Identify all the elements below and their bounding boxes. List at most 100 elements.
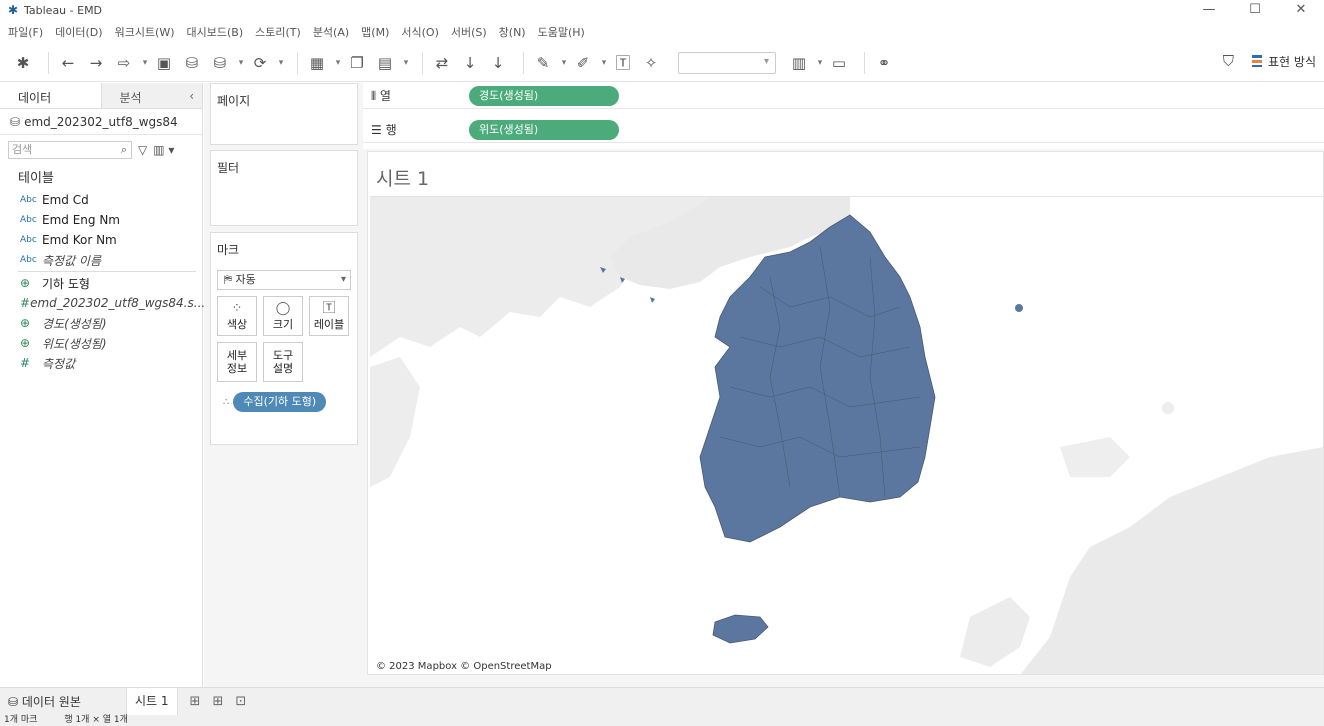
duplicate-icon[interactable]: ❐ (346, 52, 368, 74)
minimize-icon[interactable]: — (1186, 0, 1232, 20)
new-dashboard-icon[interactable]: ⊞ (212, 694, 223, 709)
menu-data[interactable]: 데이터(D) (55, 24, 102, 40)
menu-worksheet[interactable]: 워크시트(W) (115, 24, 175, 40)
group-icon[interactable]: ✐ (572, 52, 594, 74)
color-button[interactable]: ⁘ 색상 (217, 296, 257, 336)
share-icon[interactable]: ⚭ (873, 52, 895, 74)
field-item[interactable]: Abc Emd Cd (0, 190, 202, 210)
tab-analysis[interactable]: 분석 ‹ (100, 83, 202, 108)
menu-window[interactable]: 창(N) (499, 24, 526, 40)
dropdown-icon[interactable]: ▾ (277, 52, 285, 74)
menu-format[interactable]: 서식(O) (401, 24, 438, 40)
menu-map[interactable]: 맵(M) (361, 24, 389, 40)
redo-icon[interactable]: → (85, 52, 107, 74)
field-item[interactable]: ⊕ 위도(생성됨) (0, 333, 202, 353)
label-button[interactable]: 🅃 레이블 (309, 296, 349, 336)
dropdown-icon[interactable]: ▾ (560, 52, 568, 74)
pages-card[interactable]: 페이지 (210, 83, 358, 145)
jeju-region[interactable] (712, 614, 769, 644)
dropdown-icon[interactable]: ▾ (402, 52, 410, 74)
tab-analysis-label: 분석 (119, 91, 142, 105)
fit-select[interactable] (678, 51, 776, 74)
map-attribution[interactable]: © 2023 Mapbox © OpenStreetMap (376, 661, 552, 672)
data-pane-tabs: 데이터 분석 ‹ (0, 83, 202, 109)
field-label: 측정값 이름 (42, 253, 102, 268)
data-source[interactable]: ⛁ emd_202302_utf8_wgs84 (0, 109, 202, 135)
mark-type-select[interactable]: ⛿ 자동 (217, 270, 351, 290)
refresh-icon[interactable]: ⟳ (249, 52, 271, 74)
pin-icon[interactable]: ✧ (640, 52, 662, 74)
cards-column: 페이지 필터 마크 ⛿ 자동 ⁘색상 ◯크기 🅃레이블 세부정보 도구설명 ∴ … (204, 83, 363, 687)
tab-data[interactable]: 데이터 (0, 83, 101, 108)
highlight-icon[interactable]: ✎ (532, 52, 554, 74)
search-input[interactable]: 검색 ⌕ (8, 141, 132, 159)
rows-pill[interactable]: 위도(생성됨) (469, 119, 619, 140)
tab-sheet-1[interactable]: 시트 1 (126, 687, 178, 716)
dropdown-icon[interactable]: ▾ (334, 52, 342, 74)
map-view[interactable]: © 2023 Mapbox © OpenStreetMap (370, 196, 1323, 674)
field-item[interactable]: # 측정값 (0, 353, 202, 373)
map-canvas[interactable] (370, 197, 1323, 674)
filters-card[interactable]: 필터 (210, 150, 358, 226)
sheet-title[interactable]: 시트 1 (376, 164, 429, 191)
collapse-pane-icon[interactable]: ‹ (189, 89, 194, 103)
sort-ascending-icon[interactable]: ↓ (459, 52, 481, 74)
dropdown-icon[interactable]: ▾ (816, 52, 824, 74)
show-me-label[interactable]: 표현 방식 (1268, 53, 1316, 70)
columns-label: 열 (379, 89, 391, 103)
tooltip-button[interactable]: 도구 설명 (263, 342, 303, 382)
china-coast (370, 357, 420, 487)
map-icon: ⛿ (224, 273, 236, 286)
swap-icon[interactable]: ⇄ (431, 52, 453, 74)
presentation-icon[interactable]: ▭ (828, 52, 850, 74)
field-item[interactable]: ⊕ 경도(생성됨) (0, 313, 202, 333)
menu-server[interactable]: 서버(S) (451, 24, 487, 40)
filters-card-title: 필터 (217, 161, 240, 175)
save-icon[interactable]: ▣ (153, 52, 175, 74)
undo-icon[interactable]: ← (57, 52, 79, 74)
maximize-icon[interactable]: ☐ (1232, 0, 1278, 20)
new-worksheet-icon[interactable]: ▦ (306, 52, 328, 74)
menu-file[interactable]: 파일(F) (8, 24, 43, 40)
status-marks: 1개 마크 (4, 715, 38, 725)
field-item[interactable]: Abc Emd Eng Nm (0, 210, 202, 230)
field-item[interactable]: # emd_202302_utf8_wgs84.s... (0, 293, 205, 313)
tab-data-source[interactable]: ⛁ 데이터 원본 (0, 693, 126, 710)
field-label: 위도(생성됨) (42, 336, 107, 351)
field-item[interactable]: ⊕ 기하 도형 (0, 273, 202, 293)
dropdown-icon[interactable]: ▾ (141, 52, 149, 74)
menu-story[interactable]: 스토리(T) (255, 24, 301, 40)
dropdown-icon[interactable]: ▾ (600, 52, 608, 74)
rows-shelf[interactable]: ☰ 행 위도(생성됨) (363, 117, 1324, 143)
menu-analysis[interactable]: 분석(A) (313, 24, 349, 40)
detail-button[interactable]: 세부 정보 (217, 342, 257, 382)
forward-icon[interactable]: ⇨ (113, 52, 135, 74)
clear-sheet-icon[interactable]: ▤ (374, 52, 396, 74)
size-button[interactable]: ◯ 크기 (263, 296, 303, 336)
mark-field-pill[interactable]: 수집(기하 도형) (233, 392, 327, 412)
new-story-icon[interactable]: ⊡ (235, 694, 246, 709)
ask-data-icon[interactable]: ⛉ (1223, 52, 1234, 70)
columns-pill[interactable]: 경도(생성됨) (469, 85, 619, 106)
view-options-icon[interactable]: ▥ ▾ (153, 143, 174, 157)
new-worksheet-icon[interactable]: ⊞ (190, 694, 201, 709)
menu-dashboard[interactable]: 대시보드(B) (187, 24, 244, 40)
columns-shelf[interactable]: ⫴ 열 경도(생성됨) (363, 83, 1324, 109)
field-item[interactable]: Abc Emd Kor Nm (0, 230, 202, 250)
south-korea-regions[interactable] (699, 214, 936, 543)
dropdown-icon[interactable]: ▾ (237, 52, 245, 74)
close-icon[interactable]: ✕ (1278, 0, 1324, 20)
new-datasource-icon[interactable]: ⛁ (181, 52, 203, 74)
island-mark (1162, 402, 1174, 414)
sort-descending-icon[interactable]: ↓ (487, 52, 509, 74)
field-item[interactable]: Abc 측정값 이름 (0, 250, 202, 270)
tableau-home-icon[interactable]: ✱ (12, 52, 34, 74)
show-labels-icon[interactable]: 🅃 (612, 52, 634, 74)
show-cards-icon[interactable]: ▥ (788, 52, 810, 74)
ulleungdo-region[interactable] (1015, 304, 1023, 312)
pause-update-icon[interactable]: ⛁ (209, 52, 231, 74)
filter-icon[interactable]: ▽ (138, 143, 147, 157)
field-label: 기하 도형 (42, 276, 90, 291)
menu-help[interactable]: 도움말(H) (538, 24, 585, 40)
show-me[interactable]: ⛉ 표현 방식 (1223, 52, 1316, 70)
